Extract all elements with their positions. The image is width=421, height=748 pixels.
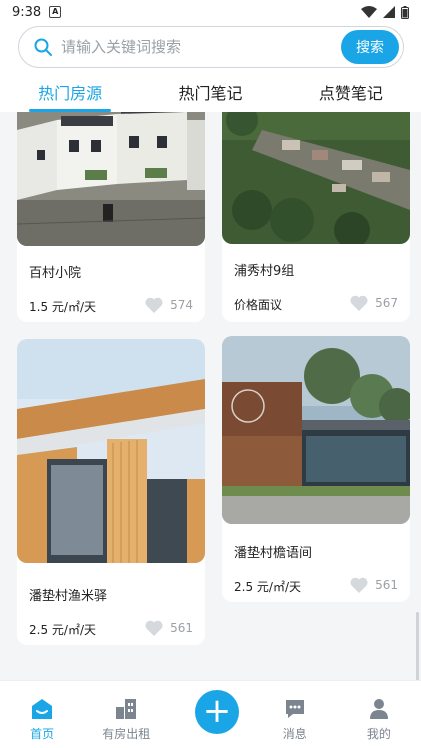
listing-card[interactable]: 潘垫村渔米驿 2.5 元/㎡/天 561 bbox=[17, 339, 205, 645]
scrollbar-thumb[interactable] bbox=[416, 612, 419, 680]
like-counter[interactable]: 561 bbox=[144, 619, 193, 637]
battery-icon bbox=[401, 5, 409, 19]
tab-hot-listings[interactable]: 热门房源 bbox=[0, 74, 140, 112]
like-counter[interactable]: 574 bbox=[144, 296, 193, 314]
like-count: 567 bbox=[375, 296, 398, 310]
nav-label: 消息 bbox=[282, 727, 307, 741]
like-count: 561 bbox=[375, 578, 398, 592]
heart-icon bbox=[350, 295, 368, 311]
notification-icon: A bbox=[49, 6, 62, 18]
add-listing-button[interactable]: + bbox=[195, 690, 239, 734]
listing-title: 浦秀村9组 bbox=[234, 264, 295, 279]
listing-title: 潘垫村檐语间 bbox=[234, 546, 313, 561]
nav-label: 有房出租 bbox=[102, 727, 151, 741]
nav-home[interactable]: 首页 bbox=[0, 681, 84, 748]
listing-card[interactable]: 百村小院 1.5 元/㎡/天 574 bbox=[17, 112, 205, 322]
like-count: 574 bbox=[170, 298, 193, 312]
status-time: 9:38 bbox=[12, 4, 42, 20]
search-button[interactable]: 搜索 bbox=[341, 30, 399, 64]
listing-card[interactable]: 浦秀村9组 价格面议 567 bbox=[222, 112, 410, 322]
listing-price: 1.5 元/㎡/天 bbox=[29, 300, 96, 314]
listing-card[interactable]: 潘垫村檐语间 2.5 元/㎡/天 561 bbox=[222, 336, 410, 602]
listing-price: 2.5 元/㎡/天 bbox=[234, 580, 301, 594]
listing-price: 价格面议 bbox=[234, 298, 283, 312]
home-icon bbox=[32, 699, 53, 719]
status-icons bbox=[361, 5, 409, 19]
tab-label: 热门房源 bbox=[38, 84, 103, 103]
tab-liked-notes[interactable]: 点赞笔记 bbox=[281, 74, 421, 112]
like-counter[interactable]: 561 bbox=[349, 576, 398, 594]
signal-icon bbox=[383, 6, 395, 18]
user-icon bbox=[369, 699, 388, 719]
heart-icon bbox=[145, 620, 163, 636]
like-counter[interactable]: 567 bbox=[349, 294, 398, 312]
listing-image bbox=[17, 112, 205, 246]
tab-hot-notes[interactable]: 热门笔记 bbox=[140, 74, 280, 112]
plus-icon: + bbox=[202, 691, 232, 731]
listing-title: 百村小院 bbox=[29, 266, 82, 281]
search-bar: 搜索 bbox=[18, 26, 404, 68]
tab-label: 点赞笔记 bbox=[318, 84, 383, 103]
building-icon bbox=[116, 699, 137, 719]
listing-image bbox=[222, 336, 410, 524]
wifi-icon bbox=[361, 6, 377, 18]
search-icon bbox=[34, 38, 52, 56]
heart-icon bbox=[145, 297, 163, 313]
nav-rent-out[interactable]: 有房出租 bbox=[84, 681, 168, 748]
listing-image bbox=[222, 112, 410, 244]
listing-price: 2.5 元/㎡/天 bbox=[29, 623, 96, 637]
nav-label: 首页 bbox=[30, 727, 55, 741]
listing-title: 潘垫村渔米驿 bbox=[29, 589, 108, 604]
nav-label: 我的 bbox=[366, 727, 391, 741]
message-icon bbox=[285, 700, 304, 718]
like-count: 561 bbox=[170, 621, 193, 635]
heart-icon bbox=[350, 577, 368, 593]
listing-grid: 百村小院 1.5 元/㎡/天 574 浦秀村9组 价格面议 567 潘垫村渔米驿… bbox=[0, 112, 421, 680]
tab-bar: 热门房源 热门笔记 点赞笔记 bbox=[0, 74, 421, 112]
nav-messages[interactable]: 消息 bbox=[253, 681, 337, 748]
search-input[interactable] bbox=[61, 38, 341, 56]
nav-profile[interactable]: 我的 bbox=[337, 681, 421, 748]
listing-image bbox=[17, 339, 205, 563]
header: 搜索 热门房源 热门笔记 点赞笔记 bbox=[0, 24, 421, 112]
status-bar: 9:38 A bbox=[0, 0, 421, 24]
tab-label: 热门笔记 bbox=[178, 84, 243, 103]
